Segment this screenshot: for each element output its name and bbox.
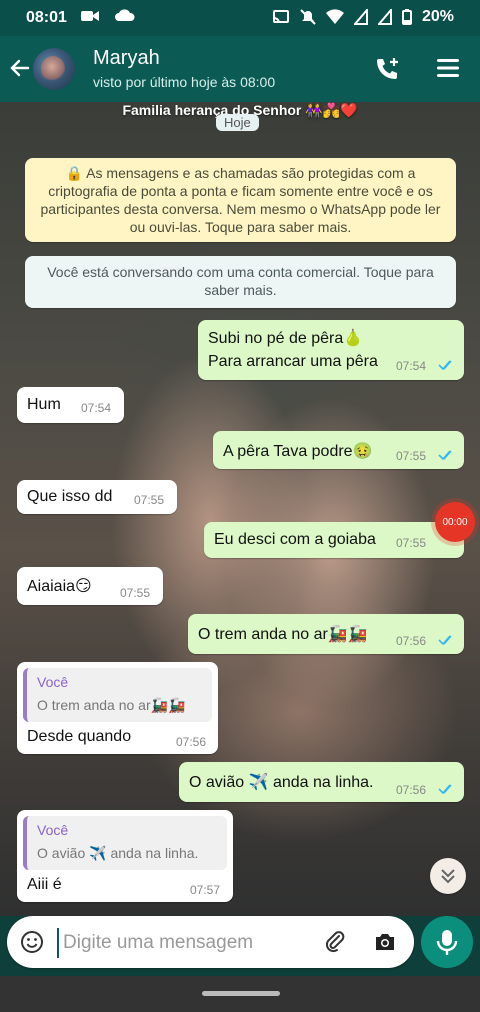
- message-text-line2: Para arrancar uma pêra: [208, 353, 378, 370]
- mic-button[interactable]: [421, 916, 473, 968]
- message-text: O avião ✈️ anda na linha.: [189, 774, 374, 791]
- chat-header: Maryah visto por último hoje às 08:00: [0, 36, 480, 102]
- status-time: 08:01: [26, 9, 67, 26]
- mute-icon: [300, 9, 316, 25]
- system-nav-bar: [0, 976, 480, 1012]
- menu-icon[interactable]: [436, 56, 460, 80]
- wifi-icon: [325, 9, 344, 24]
- emoji-icon[interactable]: [20, 930, 44, 954]
- message-time: 07:56: [396, 634, 427, 648]
- avatar[interactable]: [33, 48, 75, 90]
- message-text-line1: Subi no pé de pêra🍐: [208, 330, 364, 347]
- date-pill: Hoje: [216, 114, 259, 131]
- outgoing-message[interactable]: Eu desci com a goiaba 07:55: [204, 522, 464, 558]
- message-time: 07:57: [190, 883, 221, 897]
- read-ticks-icon: [438, 635, 452, 646]
- message-text: Hum: [27, 396, 61, 413]
- microphone-icon: [436, 930, 458, 955]
- quoted-message[interactable]: Você O trem anda no ar🚂🚂: [23, 668, 212, 722]
- scroll-to-bottom-button[interactable]: [430, 858, 466, 894]
- message-text: Eu desci com a goiaba: [214, 531, 376, 548]
- quoted-message[interactable]: Você O avião ✈️ anda na linha.: [23, 816, 227, 870]
- message-time: 07:55: [396, 536, 427, 550]
- cloud-icon: [115, 9, 135, 21]
- message-input[interactable]: [57, 928, 315, 958]
- outgoing-message[interactable]: Subi no pé de pêra🍐 Para arrancar uma pê…: [198, 320, 464, 380]
- encryption-notice[interactable]: 🔒 As mensagens e as chamadas são protegi…: [25, 158, 456, 242]
- message-text: A pêra Tava podre🤢: [223, 443, 373, 460]
- incoming-message[interactable]: Hum 07:54: [17, 387, 124, 423]
- paperclip-icon[interactable]: [323, 930, 347, 954]
- incoming-reply-message[interactable]: Você O trem anda no ar🚂🚂 Desde quando 07…: [17, 662, 218, 754]
- add-call-icon[interactable]: [374, 56, 400, 82]
- recording-indicator[interactable]: 00:00: [435, 502, 475, 542]
- message-composer: [7, 916, 414, 968]
- message-time: 07:54: [396, 359, 427, 373]
- message-time: 07:56: [176, 735, 207, 749]
- read-ticks-icon: [438, 450, 452, 461]
- home-gesture-handle[interactable]: [202, 991, 280, 996]
- message-text: Aiaiaia😏: [27, 578, 92, 595]
- battery-icon: [401, 9, 412, 25]
- read-ticks-icon: [438, 784, 452, 795]
- cast-icon: [272, 10, 289, 24]
- quote-text: O trem anda no ar🚂🚂: [37, 697, 186, 713]
- contact-name[interactable]: Maryah: [93, 47, 160, 70]
- quote-author: Você: [37, 674, 69, 690]
- outgoing-message[interactable]: A pêra Tava podre🤢 07:55: [213, 431, 464, 469]
- message-time: 07:54: [81, 401, 112, 415]
- message-text: Desde quando: [27, 728, 132, 745]
- business-account-notice[interactable]: Você está conversando com uma conta come…: [25, 256, 456, 308]
- status-bar: 08:01 20%: [0, 0, 480, 36]
- back-arrow-icon[interactable]: [8, 56, 32, 80]
- quote-author: Você: [37, 822, 69, 838]
- message-text: Aiii é: [27, 876, 62, 893]
- message-time: 07:55: [120, 586, 151, 600]
- message-time: 07:55: [134, 493, 165, 507]
- double-chevron-down-icon: [441, 869, 455, 884]
- video-icon: [81, 11, 99, 21]
- signal-icon: [353, 9, 368, 25]
- last-seen-status: visto por último hoje às 08:00: [93, 74, 276, 90]
- chat-area[interactable]: Familia herança do Senhor 👭💏❤️ Hoje 🔒 As…: [0, 102, 480, 916]
- message-text: Que isso dd: [27, 488, 113, 505]
- incoming-reply-message[interactable]: Você O avião ✈️ anda na linha. Aiii é 07…: [17, 810, 233, 902]
- outgoing-message[interactable]: O avião ✈️ anda na linha. 07:56: [179, 762, 464, 802]
- outgoing-message[interactable]: O trem anda no ar🚂🚂 07:56: [188, 614, 464, 654]
- incoming-message[interactable]: Aiaiaia😏 07:55: [17, 567, 163, 605]
- camera-icon[interactable]: [373, 930, 397, 954]
- message-text: O trem anda no ar🚂🚂: [198, 626, 368, 643]
- battery-level: 20%: [421, 8, 454, 25]
- incoming-message[interactable]: Que isso dd 07:55: [17, 480, 177, 514]
- read-ticks-icon: [438, 360, 452, 371]
- message-time: 07:56: [396, 783, 427, 797]
- quote-text: O avião ✈️ anda na linha.: [37, 845, 199, 861]
- signal-icon-2: [377, 9, 392, 25]
- message-time: 07:55: [396, 449, 427, 463]
